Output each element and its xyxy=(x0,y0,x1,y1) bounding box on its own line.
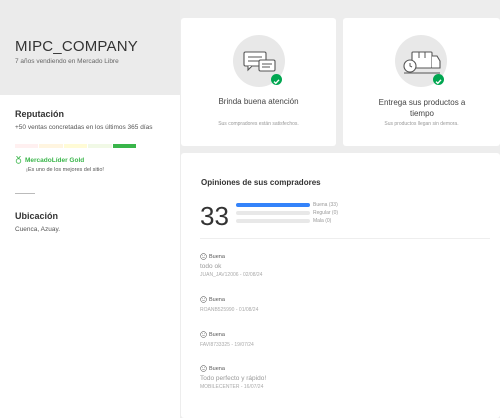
rating-bar-regular: Regular (0) xyxy=(236,210,338,216)
opinions-divider xyxy=(200,238,490,239)
review-meta: FAVI8733325 - 19/07/24 xyxy=(200,342,254,348)
reputation-sales: +50 ventas concretadas en los últimos 36… xyxy=(15,124,153,131)
review-meta: ROANB525990 - 01/08/24 xyxy=(200,307,259,313)
seller-header: MIPC_COMPANY 7 años vendiendo en Mercado… xyxy=(0,0,180,95)
rating-bar-label: Mala (0) xyxy=(313,218,332,224)
opinions-title: Opiniones de sus compradores xyxy=(201,178,321,187)
review-meta: MOBILECENTER - 16/07/24 xyxy=(200,384,264,390)
mercadolider-badge: MercadoLíder Gold xyxy=(15,156,84,164)
card-subtitle: Sus productos llegan sin demora. xyxy=(384,121,459,127)
opinions-total: 33 xyxy=(200,201,229,231)
rating-bar-good: Buena (33) xyxy=(236,202,338,208)
check-icon xyxy=(433,74,444,85)
thermometer-level-3 xyxy=(63,144,88,148)
smiley-icon xyxy=(200,331,207,338)
review-item: Buena ROANB525990 - 01/08/24 xyxy=(200,296,258,313)
location-title: Ubicación xyxy=(15,211,59,221)
card-title: Brinda buena atención xyxy=(218,97,299,106)
review-meta: JUAN_JAV12006 - 02/08/24 xyxy=(200,272,263,278)
mercadolider-description: ¡Es uno de los mejores del sitio! xyxy=(26,167,104,173)
smiley-icon xyxy=(200,253,207,260)
location-value: Cuenca, Azuay. xyxy=(15,226,61,233)
card-good-attention: Brinda buena atención Sus compradores es… xyxy=(181,18,336,146)
review-rating: Buena xyxy=(209,365,225,372)
smiley-icon xyxy=(200,296,207,303)
seller-sidebar: MIPC_COMPANY 7 años vendiendo en Mercado… xyxy=(0,0,180,418)
rating-bar-label: Buena (33) xyxy=(313,202,338,208)
thermometer-level-4 xyxy=(88,144,112,148)
rating-bar-track xyxy=(236,211,310,215)
review-item: Buena Todo perfecto y rápido! MOBILECENT… xyxy=(200,365,266,390)
thermometer-level-1 xyxy=(15,144,39,148)
review-rating: Buena xyxy=(209,331,225,338)
review-item: Buena todo ok JUAN_JAV12006 - 02/08/24 xyxy=(200,253,262,278)
review-item: Buena FAVI8733325 - 19/07/24 xyxy=(200,331,254,348)
rating-bar-track xyxy=(236,219,310,223)
check-icon xyxy=(271,74,282,85)
review-comment: todo ok xyxy=(200,263,222,270)
rating-bar-label: Regular (0) xyxy=(313,210,339,216)
mercadolider-label: MercadoLíder Gold xyxy=(25,156,85,164)
reputation-title: Reputación xyxy=(15,109,65,119)
thermometer-level-2 xyxy=(39,144,63,148)
card-title: Entrega sus productos a tiempo xyxy=(378,98,466,118)
thermometer-level-5 xyxy=(112,144,137,148)
rating-bar-fill xyxy=(236,203,310,207)
seller-years: 7 años vendiendo en Mercado Libre xyxy=(15,58,119,65)
rating-bar-bad: Mala (0) xyxy=(236,218,331,224)
sidebar-divider xyxy=(15,193,35,194)
card-on-time-delivery: Entrega sus productos a tiempo Sus produ… xyxy=(343,18,500,146)
card-subtitle: Sus compradores están satisfechos. xyxy=(218,121,299,127)
smiley-icon xyxy=(200,365,207,372)
rating-bar-track xyxy=(236,203,310,207)
reputation-thermometer xyxy=(15,144,137,148)
medal-icon xyxy=(15,156,22,164)
review-rating: Buena xyxy=(209,253,225,260)
seller-name: MIPC_COMPANY xyxy=(15,38,138,55)
review-comment: Todo perfecto y rápido! xyxy=(200,375,267,382)
review-rating: Buena xyxy=(209,296,225,303)
